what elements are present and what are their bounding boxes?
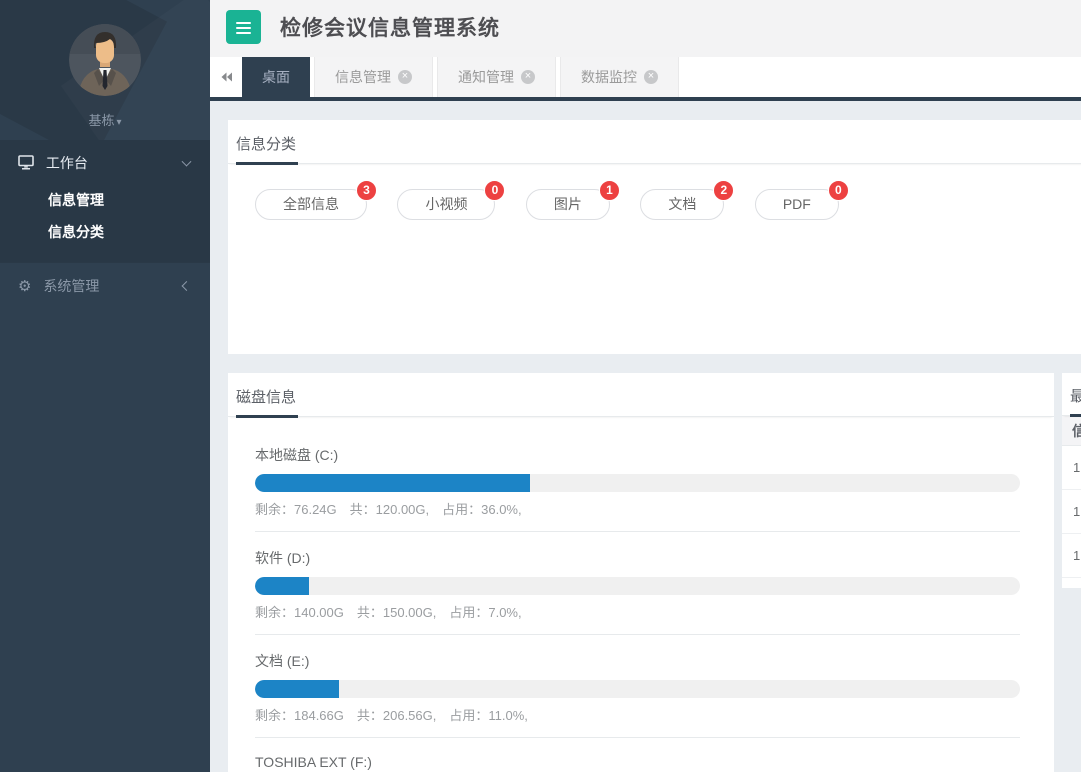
username: 基栋	[88, 113, 114, 128]
disk-row-e: 文档 (E:) 剩余：184.66G 共：206.56G, 占用：11.0%,	[255, 635, 1020, 738]
category-button-doc[interactable]: 文档 2	[640, 189, 724, 220]
disk-stats: 剩余：76.24G 共：120.00G, 占用：36.0%,	[255, 499, 1020, 518]
tab-label: 桌面	[262, 67, 290, 87]
pill-label: 全部信息	[283, 196, 339, 212]
chevron-down-icon	[182, 157, 192, 167]
menu-section-workbench: 工作台 信息管理 信息分类	[0, 140, 210, 262]
tab-notice-management[interactable]: 通知管理 ×	[437, 57, 556, 97]
tab-label: 通知管理	[458, 67, 514, 87]
count-badge: 0	[484, 180, 505, 201]
disk-stats: 剩余：140.00G 共：150.00G, 占用：7.0%,	[255, 602, 1020, 621]
app-title: 检修会议信息管理系统	[280, 12, 500, 42]
category-button-image[interactable]: 图片 1	[526, 189, 610, 220]
monitor-icon	[18, 155, 34, 170]
category-button-all[interactable]: 全部信息 3	[255, 189, 367, 220]
close-icon[interactable]: ×	[521, 70, 535, 84]
count-badge: 1	[599, 180, 620, 201]
table-row[interactable]: 1	[1062, 534, 1081, 578]
sidebar-item-info-management[interactable]: 信息管理	[0, 184, 210, 216]
sidebar-item-workbench[interactable]: 工作台	[0, 142, 210, 184]
close-icon[interactable]: ×	[644, 70, 658, 84]
panel-header: 磁盘信息	[228, 373, 1054, 417]
active-tab-underline	[236, 162, 298, 165]
profile-area: 基栋▾	[0, 0, 210, 140]
pill-label: 文档	[668, 196, 696, 212]
disk-label: TOSHIBA EXT (F:)	[255, 754, 1020, 770]
sidebar-subitem-label: 信息分类	[48, 224, 104, 240]
count-badge: 0	[828, 180, 849, 201]
disk-list: 本地磁盘 (C:) 剩余：76.24G 共：120.00G, 占用：36.0%,…	[228, 417, 1054, 772]
category-button-video[interactable]: 小视频 0	[397, 189, 495, 220]
disk-progress-track	[255, 474, 1020, 492]
caret-down-icon: ▾	[116, 117, 121, 128]
avatar-illustration	[69, 24, 141, 96]
latest-table-header: 信	[1062, 416, 1081, 446]
info-category-panel: 信息分类 全部信息 3 小视频 0 图片 1 文档 2 PDF 0	[228, 120, 1081, 354]
panel-title: 信息分类	[236, 136, 296, 153]
latest-info-panel: 最 信 1 1 1	[1062, 373, 1081, 588]
avatar	[69, 24, 141, 96]
sidebar-toggle-button[interactable]	[226, 10, 261, 44]
table-row[interactable]: 1	[1062, 490, 1081, 534]
close-icon[interactable]: ×	[398, 70, 412, 84]
user-dropdown[interactable]: 基栋▾	[0, 110, 210, 129]
pill-label: PDF	[783, 196, 811, 212]
disk-progress-fill	[255, 474, 530, 492]
tab-label: 数据监控	[581, 67, 637, 87]
disk-row-d: 软件 (D:) 剩余：140.00G 共：150.00G, 占用：7.0%,	[255, 532, 1020, 635]
sidebar-item-label: 系统管理	[43, 278, 99, 294]
tab-bar: 桌面 信息管理 × 通知管理 × 数据监控 ×	[210, 57, 1081, 101]
double-left-chevron-icon	[220, 71, 233, 83]
tab-data-monitor[interactable]: 数据监控 ×	[560, 57, 679, 97]
count-badge: 2	[713, 180, 734, 201]
disk-stats: 剩余：184.66G 共：206.56G, 占用：11.0%,	[255, 705, 1020, 724]
active-tab-underline	[236, 415, 298, 418]
disk-label: 本地磁盘 (C:)	[255, 445, 1020, 465]
sidebar-item-info-category[interactable]: 信息分类	[0, 216, 210, 248]
sidebar: 基栋▾ 工作台 信息管理 信息分类 ⚙ 系统管理	[0, 0, 210, 772]
hamburger-icon	[236, 22, 251, 25]
main-content: 信息分类 全部信息 3 小视频 0 图片 1 文档 2 PDF 0	[210, 101, 1081, 772]
panel-title: 最	[1070, 388, 1081, 405]
tabs-scroll-back-button[interactable]	[210, 57, 242, 97]
count-badge: 3	[356, 180, 377, 201]
disk-row-f: TOSHIBA EXT (F:) 剩余：20.45G 共：1863.01G, 占…	[255, 738, 1020, 772]
disk-label: 文档 (E:)	[255, 651, 1020, 671]
panel-header: 最	[1062, 373, 1081, 416]
gears-icon: ⚙	[18, 278, 31, 295]
chevron-left-icon	[182, 281, 192, 291]
panel-title: 磁盘信息	[236, 389, 296, 406]
disk-progress-track	[255, 577, 1020, 595]
pill-label: 小视频	[425, 196, 467, 212]
pill-label: 图片	[554, 196, 582, 212]
tab-label: 信息管理	[335, 67, 391, 87]
panel-header: 信息分类	[228, 120, 1081, 164]
disk-progress-fill	[255, 680, 339, 698]
tab-desktop[interactable]: 桌面	[242, 57, 310, 97]
sidebar-item-system-management[interactable]: ⚙ 系统管理	[0, 262, 210, 308]
top-header: 检修会议信息管理系统	[210, 0, 1081, 57]
disk-progress-track	[255, 680, 1020, 698]
disk-info-panel: 磁盘信息 本地磁盘 (C:) 剩余：76.24G 共：120.00G, 占用：3…	[228, 373, 1054, 772]
sidebar-subitem-label: 信息管理	[48, 192, 104, 208]
tab-info-management[interactable]: 信息管理 ×	[314, 57, 433, 97]
disk-progress-fill	[255, 577, 309, 595]
disk-label: 软件 (D:)	[255, 548, 1020, 568]
active-tab-underline	[1070, 414, 1081, 417]
disk-row-c: 本地磁盘 (C:) 剩余：76.24G 共：120.00G, 占用：36.0%,	[255, 429, 1020, 532]
table-row[interactable]: 1	[1062, 446, 1081, 490]
category-pill-row: 全部信息 3 小视频 0 图片 1 文档 2 PDF 0	[228, 164, 1081, 220]
category-button-pdf[interactable]: PDF 0	[755, 189, 839, 220]
sidebar-item-label: 工作台	[46, 155, 88, 171]
